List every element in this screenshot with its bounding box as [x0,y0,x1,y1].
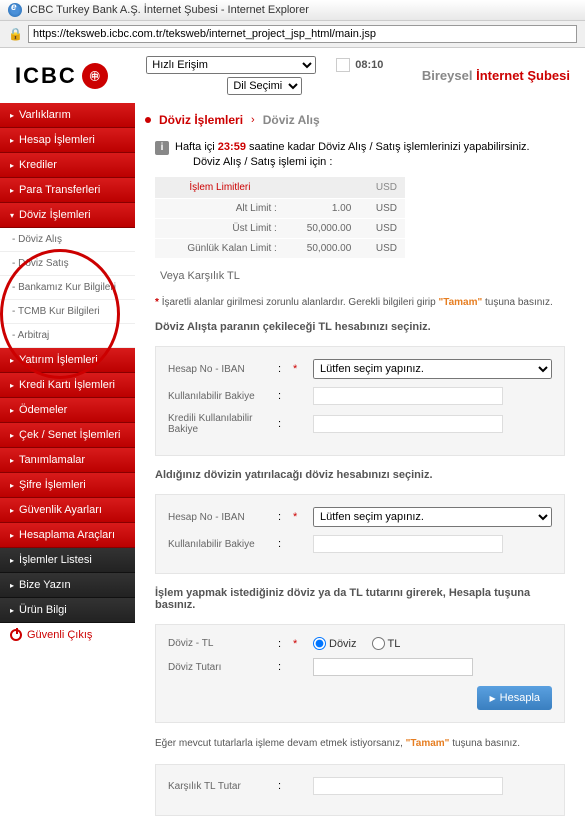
sidebar-item-varliklarim[interactable]: ▸Varlıklarım [0,103,135,128]
logout-button[interactable]: Güvenli Çıkış [0,623,135,647]
time-display: 08:10 [355,59,383,71]
radio-doviz[interactable]: Döviz [313,637,357,650]
breadcrumb-main: Döviz İşlemleri [159,113,243,127]
tutar-label: Döviz Tutarı [168,662,268,673]
url-input[interactable] [28,25,577,43]
karsilik-display [313,777,503,795]
section3-title: İşlem yapmak istediğiniz döviz ya da TL … [145,579,575,619]
lock-icon: 🔒 [8,27,23,41]
window-title: ICBC Turkey Bank A.Ş. İnternet Şubesi - … [27,4,309,16]
header: ICBC ㊥ Hızlı Erişim 08:10 Dil Seçimi Bir… [0,48,585,103]
kredili-display [313,415,503,433]
kredili-label: Kredili Kullanılabilir Bakiye [168,413,268,435]
sidebar-item-bize-yazin[interactable]: ▸Bize Yazın [0,573,135,598]
calculate-button[interactable]: Hesapla [477,686,552,710]
doviz-tl-label: Döviz - TL [168,638,268,649]
quick-access-select[interactable]: Hızlı Erişim [146,56,316,74]
sidebar-item-tanimlamalar[interactable]: ▸Tanımlamalar [0,448,135,473]
bakiye-label: Kullanılabilir Bakiye [168,391,268,402]
sidebar-item-guvenlik[interactable]: ▸Güvenlik Ayarları [0,498,135,523]
hesap-select-2[interactable]: Lütfen seçim yapınız. [313,507,552,527]
or-text: Veya Karşılık TL [145,268,575,292]
breadcrumb: Döviz İşlemleri › Döviz Alış [145,103,575,137]
submenu-arbitraj[interactable]: Arbitraj [0,324,135,348]
sidebar-item-odemeler[interactable]: ▸Ödemeler [0,398,135,423]
sidebar: ▸Varlıklarım ▸Hesap İşlemleri ▸Krediler … [0,103,135,821]
form-panel-2: Hesap No - IBAN : * Lütfen seçim yapınız… [155,494,565,574]
bakiye-display-2 [313,535,503,553]
logo-badge: ㊥ [82,63,108,89]
sidebar-item-hesaplama[interactable]: ▸Hesaplama Araçları [0,523,135,548]
required-note: * İşaretli alanlar girilmesi zorunlu ala… [145,292,575,313]
info-icon: i [155,141,169,155]
form-panel-4: Karşılık TL Tutar : [155,764,565,816]
section1-title: Döviz Alışta paranın çekileceği TL hesab… [145,313,575,341]
karsilik-label: Karşılık TL Tutar [168,781,268,792]
bakiye-display-1 [313,387,503,405]
window-title-bar: ICBC Turkey Bank A.Ş. İnternet Şubesi - … [0,0,585,21]
sidebar-item-sifre[interactable]: ▸Şifre İşlemleri [0,473,135,498]
submenu-kur-bilgileri[interactable]: Bankamız Kur Bilgileri [0,276,135,300]
hesap-label-2: Hesap No - IBAN [168,512,268,523]
content: Döviz İşlemleri › Döviz Alış i Hafta içi… [135,103,585,821]
sidebar-item-yatirim[interactable]: ▸Yatırım İşlemleri [0,348,135,373]
section2-title: Aldığınız dövizin yatırılacağı döviz hes… [145,461,575,489]
submenu-doviz-alis[interactable]: Döviz Alış [0,228,135,252]
info-box: i Hafta içi 23:59 saatine kadar Döviz Al… [145,137,575,172]
continue-note: Eğer mevcut tutarlarla işleme devam etme… [145,728,575,759]
power-icon [10,629,22,641]
sidebar-item-urun-bilgi[interactable]: ▸Ürün Bilgi [0,598,135,623]
form-panel-1: Hesap No - IBAN : * Lütfen seçim yapınız… [155,346,565,456]
submenu-doviz-satis[interactable]: Döviz Satış [0,252,135,276]
sidebar-item-kredi-karti[interactable]: ▸Kredi Kartı İşlemleri [0,373,135,398]
submenu-tcmb-kur[interactable]: TCMB Kur Bilgileri [0,300,135,324]
sidebar-item-para-transfer[interactable]: ▸Para Transferleri [0,178,135,203]
breadcrumb-bullet-icon [145,117,151,123]
language-select[interactable]: Dil Seçimi [227,77,302,95]
tutar-input[interactable] [313,658,473,676]
logo-text: ICBC [15,63,77,89]
sidebar-item-doviz[interactable]: ▾Döviz İşlemleri [0,203,135,228]
breadcrumb-separator: › [251,114,255,126]
form-panel-3: Döviz - TL : * Döviz TL Döviz Tutarı : H… [155,624,565,723]
bakiye-label-2: Kullanılabilir Bakiye [168,539,268,550]
sidebar-item-islemler[interactable]: ▸İşlemler Listesi [0,548,135,573]
limits-table: İşlem LimitleriUSD Alt Limit :1.00USD Üs… [155,177,405,258]
sidebar-item-krediler[interactable]: ▸Krediler [0,153,135,178]
time-box-icon [336,58,350,72]
url-bar: 🔒 [0,21,585,48]
hesap-select-1[interactable]: Lütfen seçim yapınız. [313,359,552,379]
breadcrumb-sub: Döviz Alış [263,113,320,127]
radio-tl[interactable]: TL [372,637,401,650]
logo: ICBC ㊥ [15,63,108,89]
hesap-label: Hesap No - IBAN [168,364,268,375]
sidebar-item-hesap[interactable]: ▸Hesap İşlemleri [0,128,135,153]
sidebar-item-cek-senet[interactable]: ▸Çek / Senet İşlemleri [0,423,135,448]
brand-text: Bireysel İnternet Şubesi [422,68,570,83]
ie-icon [8,3,22,17]
